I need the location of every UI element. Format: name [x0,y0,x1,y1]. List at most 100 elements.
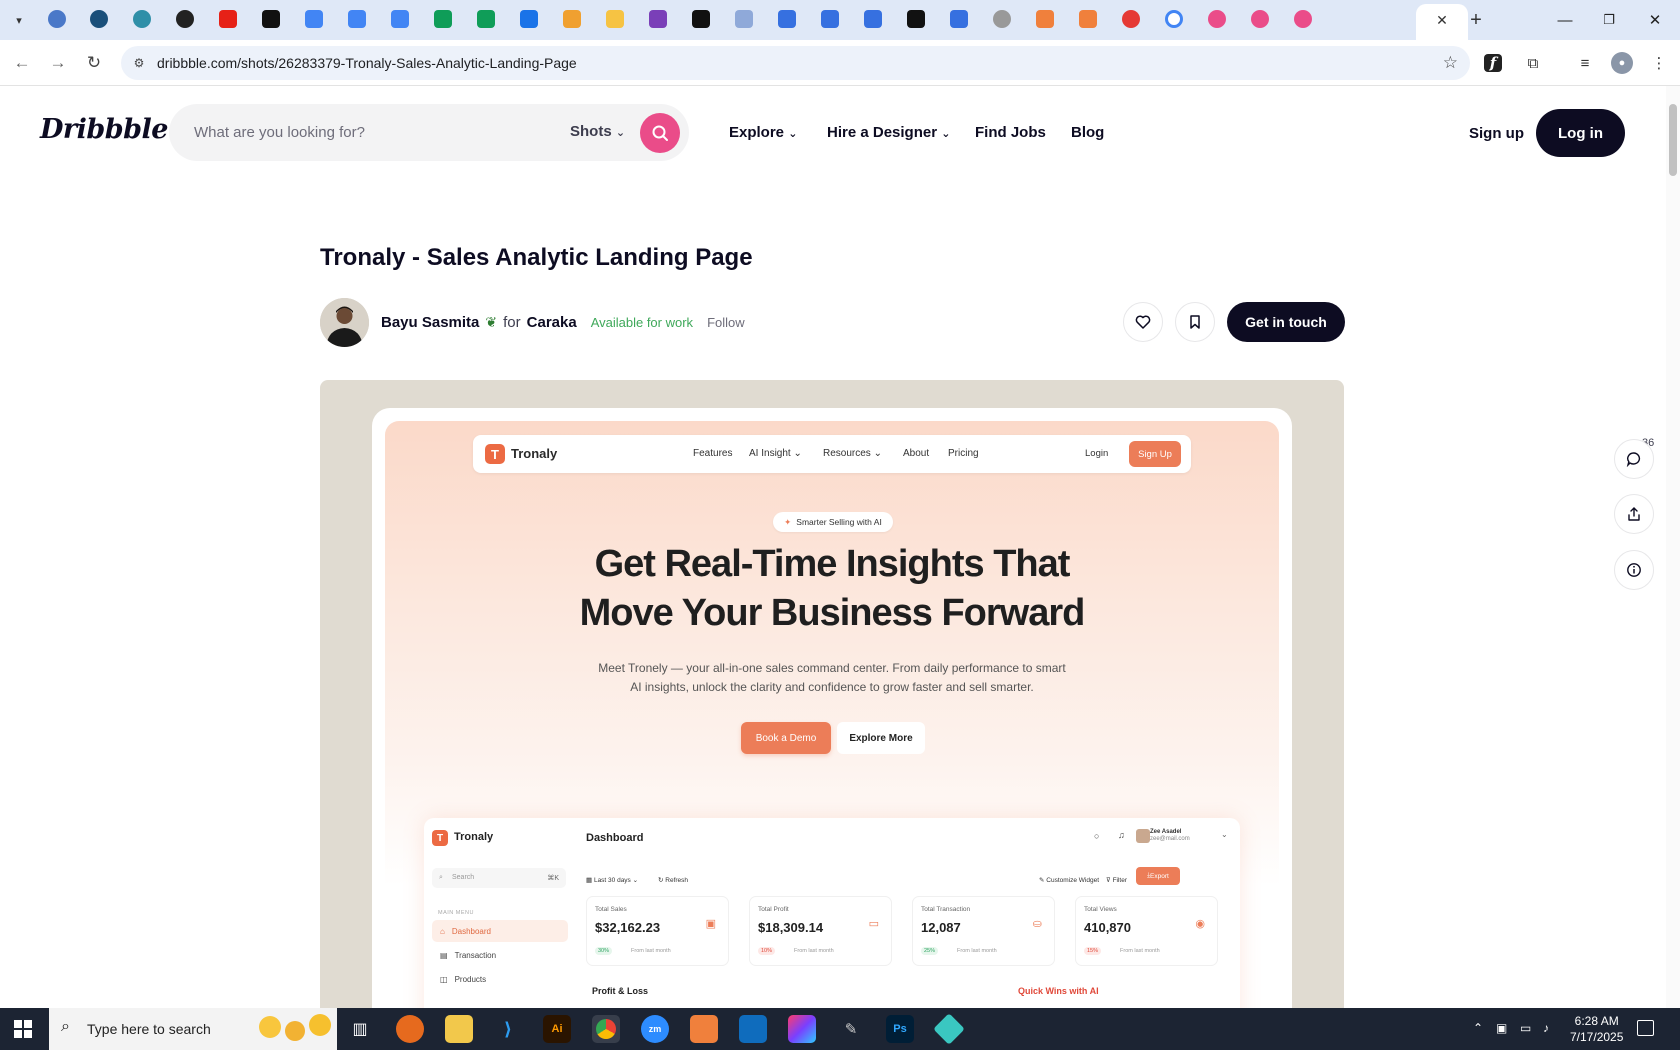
pinned-tab-25[interactable] [1079,10,1097,28]
extension-icon[interactable]: f [1484,54,1502,72]
save-button[interactable] [1175,302,1215,342]
pinned-tab-22[interactable] [950,10,968,28]
tray-icon[interactable]: ▣ [1496,1021,1507,1035]
stat-card-delta: 30% [595,947,613,955]
pinned-tab-dribbble-2[interactable] [1251,10,1269,28]
nav-blog[interactable]: Blog [1071,124,1104,141]
search-bar[interactable]: What are you looking for? Shots ⌄ [169,104,689,161]
mockup-nav-features: Features [693,448,733,459]
comments-button[interactable] [1614,439,1654,479]
profile-avatar-icon[interactable]: ● [1611,52,1633,74]
pinned-tab-sheets-2[interactable] [477,10,495,28]
tray-chevron-icon[interactable]: ⌃ [1473,1021,1483,1035]
pinned-tab-2[interactable] [90,10,108,28]
nav-explore-label: Explore [729,124,785,141]
author-avatar[interactable] [320,298,369,347]
pinned-tab-6[interactable] [262,10,280,28]
restore-icon[interactable]: ❐ [1594,8,1624,32]
pinned-tab-docs-3[interactable] [391,10,409,28]
availability-status[interactable]: Available for work [591,315,693,330]
tab-close-icon[interactable]: ✕ [1432,10,1452,30]
search-input[interactable]: What are you looking for? [194,124,365,141]
network-icon[interactable]: ▭ [1520,1021,1531,1035]
chrome-icon[interactable] [592,1015,620,1043]
nav-explore[interactable]: Explore ⌄ [729,124,797,141]
tab-search-chevron-icon[interactable]: ▾ [8,9,30,31]
taskbar-search[interactable]: ⌕ Type here to search [49,1008,337,1050]
pinned-tab-chatgpt[interactable] [176,10,194,28]
signup-link[interactable]: Sign up [1469,125,1524,142]
minimize-icon[interactable]: — [1550,8,1580,32]
back-icon[interactable]: ← [11,52,33,74]
pinned-tab-14[interactable] [606,10,624,28]
bookmark-star-icon[interactable]: ☆ [1443,53,1458,73]
get-in-touch-button[interactable]: Get in touch [1227,302,1345,342]
app-icon[interactable] [933,1013,965,1045]
like-button[interactable] [1123,302,1163,342]
firefox-icon[interactable] [396,1015,424,1043]
address-bar[interactable]: ⚙ dribbble.com/shots/26283379-Tronaly-Sa… [121,46,1470,80]
author-name[interactable]: Bayu Sasmita [381,314,479,331]
pinned-tab-1[interactable] [48,10,66,28]
shot-image[interactable]: T Tronaly Features AI Insight ⌄ Resource… [320,380,1344,1010]
notification-icon[interactable] [1637,1020,1654,1036]
nav-hire-designer[interactable]: Hire a Designer ⌄ [827,124,950,141]
pinned-tab-24[interactable] [1036,10,1054,28]
illustrator-icon[interactable]: Ai [543,1015,571,1043]
creative-cloud-icon[interactable] [788,1015,816,1043]
pinned-tab-docs-1[interactable] [305,10,323,28]
pinned-tab-21[interactable] [907,10,925,28]
outlook-icon[interactable] [739,1015,767,1043]
share-button[interactable] [1614,494,1654,534]
dribbble-logo[interactable]: Dribbble [40,114,168,145]
window-close-icon[interactable]: ✕ [1640,8,1670,32]
pinned-tab-youtube[interactable] [219,10,237,28]
nav-find-jobs[interactable]: Find Jobs [975,124,1046,141]
taskbar-clock[interactable]: 6:28 AM 7/17/2025 [1570,1013,1623,1045]
pinned-tab-13[interactable] [563,10,581,28]
zoom-icon[interactable]: zm [641,1015,669,1043]
team-name[interactable]: Caraka [527,314,577,331]
taskbar-search-input[interactable]: Type here to search [87,1021,211,1037]
pinned-tab-26[interactable] [1122,10,1140,28]
pinned-tab-18[interactable] [778,10,796,28]
page-scrollbar[interactable] [1666,86,1680,1008]
browser-menu-icon[interactable]: ⋮ [1648,52,1670,74]
pinned-tab-15[interactable] [649,10,667,28]
xampp-icon[interactable] [690,1015,718,1043]
details-button[interactable] [1614,550,1654,590]
pinned-tab-docs-2[interactable] [348,10,366,28]
search-type-dropdown[interactable]: Shots ⌄ [570,123,625,140]
forward-icon[interactable]: → [47,52,69,74]
pinned-tab-17[interactable] [735,10,753,28]
pinned-tab-dribbble-3[interactable] [1294,10,1312,28]
photoshop-icon[interactable]: Ps [886,1015,914,1043]
search-button[interactable] [640,113,680,153]
vscode-icon[interactable]: ⟩ [494,1015,522,1043]
pinned-tab-20[interactable] [864,10,882,28]
windows-start-icon[interactable] [14,1020,32,1038]
new-tab-button[interactable]: + [1464,8,1488,32]
reload-icon[interactable]: ↻ [83,52,105,74]
pinned-tab-23[interactable] [993,10,1011,28]
follow-link[interactable]: Follow [707,315,745,330]
pen-tool-icon[interactable]: ✎ [837,1015,865,1043]
pinned-tab-16[interactable] [692,10,710,28]
pinned-tab-19[interactable] [821,10,839,28]
pinned-tab-dribbble-1[interactable] [1208,10,1226,28]
pinned-tab-google[interactable] [1165,10,1183,28]
clock-time: 6:28 AM [1574,1014,1619,1028]
site-info-icon[interactable]: ⚙ [131,55,147,71]
pinned-tab-3[interactable] [133,10,151,28]
dashboard-menu-dashboard: ⌂ Dashboard [432,920,568,942]
pinned-tab-sheets-1[interactable] [434,10,452,28]
for-text: for [503,314,521,331]
extensions-puzzle-icon[interactable]: ⧉ [1522,52,1544,74]
scrollbar-thumb[interactable] [1669,104,1677,176]
volume-icon[interactable]: ♪ [1543,1021,1549,1035]
task-view-icon[interactable]: ▥ [346,1015,374,1043]
file-explorer-icon[interactable] [445,1015,473,1043]
pinned-tab-12[interactable] [520,10,538,28]
media-control-icon[interactable]: ≡ [1574,52,1596,74]
login-button[interactable]: Log in [1536,109,1625,157]
